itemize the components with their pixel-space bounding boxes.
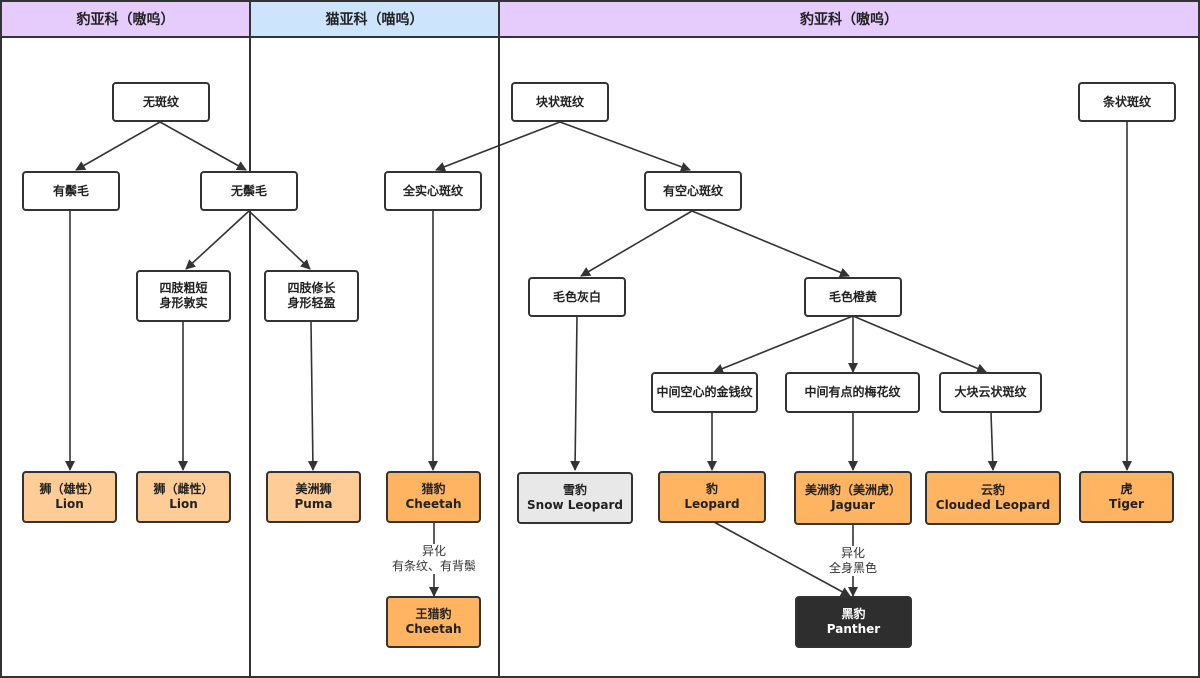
node-label-cn: 狮（雄性） — [39, 482, 100, 496]
node-label: 身形敦实 — [159, 296, 208, 310]
node-label-en: Puma — [294, 497, 333, 511]
edge-orange-to-rosette-hollow — [713, 315, 854, 374]
node-label-cn: 王猎豹 — [415, 607, 452, 621]
node-label: 有空心斑纹 — [662, 183, 723, 198]
node-label-en: Clouded Leopard — [935, 498, 1051, 512]
node-puma[interactable]: 美洲狮 Puma — [266, 471, 361, 523]
node-has-mane[interactable]: 有鬃毛 — [22, 171, 120, 211]
edge-block-spots-to-solid-spots — [435, 121, 561, 172]
node-label-cn: 豹 — [705, 482, 718, 496]
edge-orange-to-cloud-spots — [852, 315, 987, 374]
node-orange-yellow[interactable]: 毛色橙黄 — [804, 277, 902, 317]
edge-block-spots-to-hollow-spots — [559, 121, 691, 172]
edge-gray-white-to-snow-leopard — [570, 315, 581, 471]
edge-label-jaguar-mutation: 异化 全身黑色 — [822, 546, 884, 576]
node-rosette-hollow[interactable]: 中间空心的金钱纹 — [651, 372, 758, 413]
edge-long-limbs-to-puma — [307, 321, 318, 471]
edge-label-line: 有条纹、有背鬃 — [391, 559, 476, 573]
node-tiger[interactable]: 虎 Tiger — [1079, 471, 1174, 523]
node-label: 身形轻盈 — [287, 296, 336, 310]
node-label-en: Jaguar — [831, 498, 875, 512]
node-panther[interactable]: 黑豹 Panther — [795, 596, 912, 648]
node-leopard[interactable]: 豹 Leopard — [658, 471, 766, 523]
node-label-en: Leopard — [684, 497, 740, 511]
edge-label-line: 异化 — [421, 544, 446, 558]
node-block-spots[interactable]: 块状斑纹 — [511, 82, 609, 122]
edge-no-spots-to-no-mane — [159, 121, 247, 171]
node-label: 毛色橙黄 — [828, 289, 877, 304]
node-lion-male[interactable]: 狮（雄性） Lion — [22, 471, 117, 523]
node-label: 中间有点的梅花纹 — [804, 385, 901, 399]
edge-no-mane-to-short-limbs — [185, 210, 250, 270]
edge-no-mane-to-long-limbs — [248, 210, 311, 270]
node-gray-white[interactable]: 毛色灰白 — [528, 277, 626, 317]
node-label-cn: 黑豹 — [841, 607, 866, 621]
edge-hollow-spots-to-gray-white — [580, 210, 693, 277]
node-label-cn: 雪豹 — [562, 483, 587, 497]
edge-cloud-spots-to-clouded-leopard — [987, 412, 998, 471]
node-label-cn: 美洲狮 — [295, 482, 332, 496]
node-label-cn: 虎 — [1120, 482, 1133, 496]
node-jaguar[interactable]: 美洲豹（美洲虎） Jaguar — [794, 471, 912, 525]
node-label-en: Tiger — [1109, 497, 1144, 511]
node-label-cn: 云豹 — [980, 483, 1005, 497]
node-no-spots[interactable]: 无斑纹 — [112, 82, 210, 122]
node-label-en: Snow Leopard — [527, 498, 623, 512]
node-clouded-leopard[interactable]: 云豹 Clouded Leopard — [925, 471, 1061, 525]
node-snow-leopard[interactable]: 雪豹 Snow Leopard — [517, 472, 633, 524]
node-label: 四肢粗短 — [159, 281, 208, 295]
node-solid-spots[interactable]: 全实心斑纹 — [384, 171, 482, 211]
node-label: 无斑纹 — [142, 94, 179, 109]
node-cheetah[interactable]: 猎豹 Cheetah — [386, 471, 481, 523]
node-label-cn: 猎豹 — [421, 482, 446, 496]
node-label-en: Cheetah — [405, 497, 462, 511]
diagram-canvas: 豹亚科（嗷呜） 猫亚科（喵呜） 豹亚科（嗷呜） 异化 有条纹、有背鬃 异化 全身… — [0, 0, 1200, 678]
node-label-en: Panther — [826, 622, 881, 636]
node-cloud-spots[interactable]: 大块云状斑纹 — [939, 372, 1042, 413]
node-hollow-spots[interactable]: 有空心斑纹 — [644, 171, 742, 211]
node-label: 大块云状斑纹 — [954, 385, 1027, 399]
node-stripes[interactable]: 条状斑纹 — [1078, 82, 1176, 122]
node-label: 块状斑纹 — [535, 94, 584, 109]
node-label: 无鬃毛 — [230, 183, 267, 198]
node-label-cn: 美洲豹（美洲虎） — [804, 483, 901, 497]
edge-hollow-spots-to-orange-yellow — [691, 210, 850, 278]
edge-label-line: 异化 — [840, 546, 865, 560]
edge-label-line: 全身黑色 — [828, 561, 877, 575]
node-long-limbs[interactable]: 四肢修长 身形轻盈 — [264, 270, 359, 322]
node-rosette-dot[interactable]: 中间有点的梅花纹 — [785, 372, 920, 413]
node-label-en: Cheetah — [405, 622, 462, 636]
node-short-limbs[interactable]: 四肢粗短 身形敦实 — [136, 270, 231, 322]
node-label: 中间空心的金钱纹 — [656, 385, 753, 399]
edge-no-spots-to-has-mane — [75, 121, 161, 171]
node-label: 条状斑纹 — [1102, 94, 1151, 109]
edge-label-cheetah-mutation: 异化 有条纹、有背鬃 — [388, 544, 480, 574]
node-label-cn: 狮（雌性） — [153, 482, 214, 496]
node-label: 四肢修长 — [287, 281, 336, 295]
node-label: 有鬃毛 — [52, 183, 89, 198]
node-no-mane[interactable]: 无鬃毛 — [200, 171, 298, 211]
node-label: 毛色灰白 — [552, 289, 601, 304]
node-lion-female[interactable]: 狮（雌性） Lion — [136, 471, 231, 523]
node-label-en: Lion — [169, 497, 198, 511]
node-king-cheetah[interactable]: 王猎豹 Cheetah — [386, 596, 481, 648]
node-label: 全实心斑纹 — [402, 183, 463, 198]
node-label-en: Lion — [55, 497, 84, 511]
